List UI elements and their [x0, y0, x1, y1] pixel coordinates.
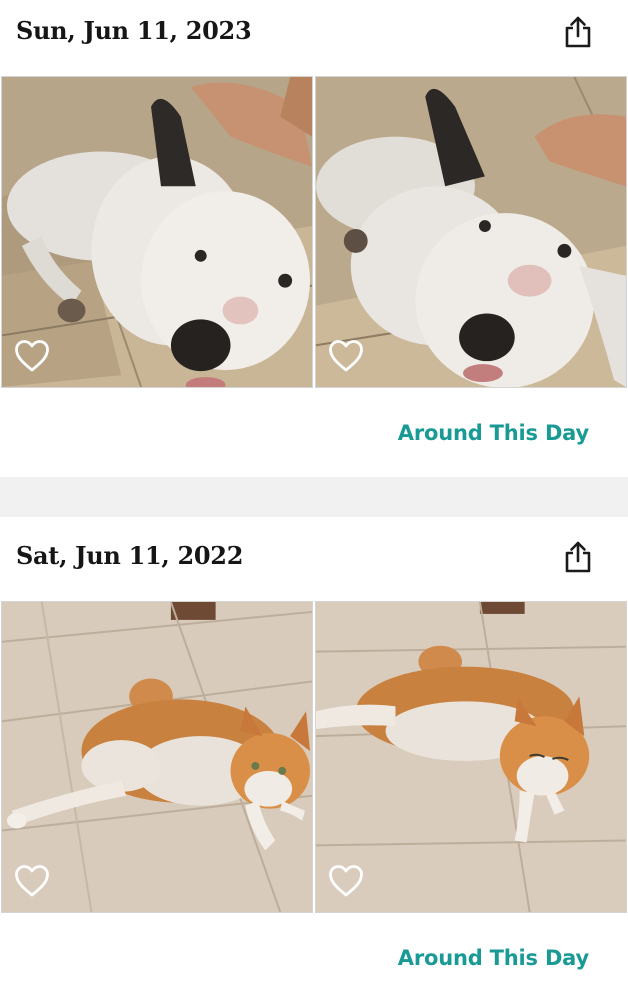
memory-header: Sun, Jun 11, 2023 [0, 0, 628, 66]
favorite-button[interactable] [14, 864, 50, 898]
heart-outline-icon [329, 865, 363, 897]
share-icon [565, 16, 591, 48]
section-divider [0, 477, 628, 517]
favorite-button[interactable] [14, 339, 50, 373]
favorite-button[interactable] [328, 339, 364, 373]
heart-outline-icon [329, 340, 363, 372]
photo-thumbnail[interactable] [1, 601, 313, 913]
photo-thumbnail[interactable] [1, 76, 313, 388]
favorite-button[interactable] [328, 864, 364, 898]
memory-date: Sat, Jun 11, 2022 [16, 541, 244, 570]
memory-card-2022: Sat, Jun 11, 2022 Around This Day [0, 517, 628, 1000]
photo-grid [0, 601, 628, 913]
photo-thumbnail[interactable] [315, 601, 627, 913]
around-this-day-link[interactable]: Around This Day [398, 421, 589, 445]
heart-outline-icon [15, 865, 49, 897]
share-icon [565, 541, 591, 573]
memory-header: Sat, Jun 11, 2022 [0, 517, 628, 591]
photo-thumbnail[interactable] [315, 76, 627, 388]
memory-card-2023: Sun, Jun 11, 2023 Around This Day [0, 0, 628, 477]
memory-date: Sun, Jun 11, 2023 [16, 16, 252, 45]
photo-grid [0, 76, 628, 388]
share-button[interactable] [562, 14, 594, 50]
around-this-day-link[interactable]: Around This Day [398, 946, 589, 970]
heart-outline-icon [15, 340, 49, 372]
share-button[interactable] [562, 539, 594, 575]
